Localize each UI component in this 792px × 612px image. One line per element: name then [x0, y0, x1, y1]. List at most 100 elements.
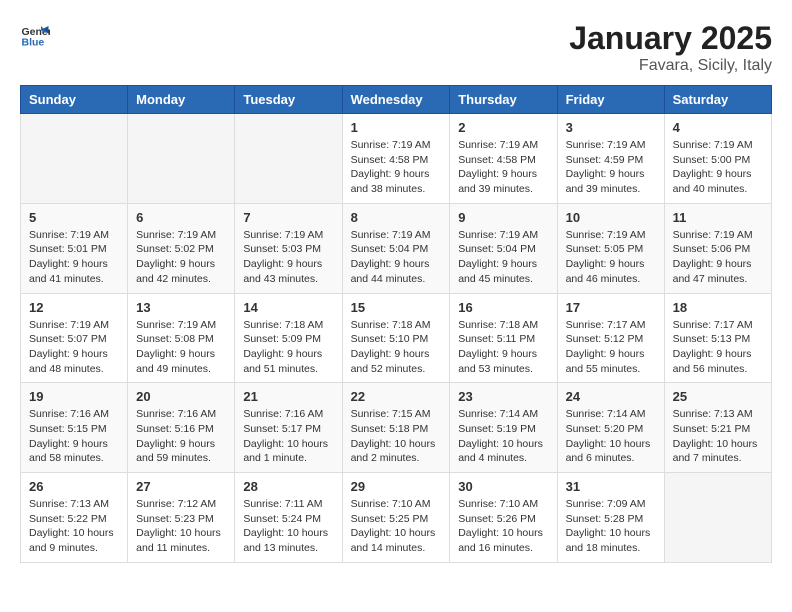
col-saturday: Saturday [664, 86, 771, 114]
day-number: 26 [29, 479, 119, 494]
table-row [235, 114, 342, 204]
day-info: Sunrise: 7:16 AM Sunset: 5:15 PM Dayligh… [29, 407, 119, 466]
day-info: Sunrise: 7:13 AM Sunset: 5:22 PM Dayligh… [29, 497, 119, 556]
day-info: Sunrise: 7:10 AM Sunset: 5:26 PM Dayligh… [458, 497, 548, 556]
col-wednesday: Wednesday [342, 86, 450, 114]
day-number: 28 [243, 479, 333, 494]
table-row [128, 114, 235, 204]
table-row: 7 Sunrise: 7:19 AM Sunset: 5:03 PM Daylig… [235, 203, 342, 293]
day-number: 24 [566, 389, 656, 404]
calendar-week-4: 19 Sunrise: 7:16 AM Sunset: 5:15 PM Dayli… [21, 383, 772, 473]
day-info: Sunrise: 7:14 AM Sunset: 5:20 PM Dayligh… [566, 407, 656, 466]
day-info: Sunrise: 7:19 AM Sunset: 5:05 PM Dayligh… [566, 228, 656, 287]
day-info: Sunrise: 7:19 AM Sunset: 5:02 PM Dayligh… [136, 228, 226, 287]
table-row: 27 Sunrise: 7:12 AM Sunset: 5:23 PM Dayli… [128, 473, 235, 563]
day-number: 19 [29, 389, 119, 404]
title-area: January 2025 Favara, Sicily, Italy [569, 20, 772, 75]
day-info: Sunrise: 7:17 AM Sunset: 5:13 PM Dayligh… [673, 318, 763, 377]
table-row: 28 Sunrise: 7:11 AM Sunset: 5:24 PM Dayli… [235, 473, 342, 563]
day-number: 23 [458, 389, 548, 404]
day-number: 1 [351, 120, 442, 135]
day-info: Sunrise: 7:15 AM Sunset: 5:18 PM Dayligh… [351, 407, 442, 466]
table-row: 6 Sunrise: 7:19 AM Sunset: 5:02 PM Daylig… [128, 203, 235, 293]
table-row: 31Sunrise: 7:09 AM Sunset: 5:28 PM Dayli… [557, 473, 664, 563]
day-info: Sunrise: 7:19 AM Sunset: 5:08 PM Dayligh… [136, 318, 226, 377]
table-row: 3 Sunrise: 7:19 AM Sunset: 4:59 PM Daylig… [557, 114, 664, 204]
table-row: 13 Sunrise: 7:19 AM Sunset: 5:08 PM Dayli… [128, 293, 235, 383]
table-row: 25Sunrise: 7:13 AM Sunset: 5:21 PM Dayli… [664, 383, 771, 473]
day-info: Sunrise: 7:19 AM Sunset: 5:03 PM Dayligh… [243, 228, 333, 287]
table-row: 12 Sunrise: 7:19 AM Sunset: 5:07 PM Dayli… [21, 293, 128, 383]
table-row: 14Sunrise: 7:18 AM Sunset: 5:09 PM Dayli… [235, 293, 342, 383]
day-info: Sunrise: 7:19 AM Sunset: 5:00 PM Dayligh… [673, 138, 763, 197]
day-number: 27 [136, 479, 226, 494]
day-number: 16 [458, 300, 548, 315]
day-info: Sunrise: 7:19 AM Sunset: 5:04 PM Dayligh… [458, 228, 548, 287]
table-row: 30 Sunrise: 7:10 AM Sunset: 5:26 PM Dayli… [450, 473, 557, 563]
table-row: 18Sunrise: 7:17 AM Sunset: 5:13 PM Dayli… [664, 293, 771, 383]
table-row: 1 Sunrise: 7:19 AM Sunset: 4:58 PM Daylig… [342, 114, 450, 204]
day-info: Sunrise: 7:17 AM Sunset: 5:12 PM Dayligh… [566, 318, 656, 377]
day-info: Sunrise: 7:19 AM Sunset: 5:01 PM Dayligh… [29, 228, 119, 287]
table-row: 21 Sunrise: 7:16 AM Sunset: 5:17 PM Dayli… [235, 383, 342, 473]
day-info: Sunrise: 7:19 AM Sunset: 5:07 PM Dayligh… [29, 318, 119, 377]
table-row: 23Sunrise: 7:14 AM Sunset: 5:19 PM Dayli… [450, 383, 557, 473]
day-info: Sunrise: 7:19 AM Sunset: 4:58 PM Dayligh… [351, 138, 442, 197]
col-thursday: Thursday [450, 86, 557, 114]
table-row: 15 Sunrise: 7:18 AM Sunset: 5:10 PM Dayli… [342, 293, 450, 383]
day-info: Sunrise: 7:11 AM Sunset: 5:24 PM Dayligh… [243, 497, 333, 556]
col-monday: Monday [128, 86, 235, 114]
table-row: 4 Sunrise: 7:19 AM Sunset: 5:00 PM Daylig… [664, 114, 771, 204]
day-number: 29 [351, 479, 442, 494]
table-row: 17 Sunrise: 7:17 AM Sunset: 5:12 PM Dayli… [557, 293, 664, 383]
table-row: 2 Sunrise: 7:19 AM Sunset: 4:58 PM Daylig… [450, 114, 557, 204]
day-info: Sunrise: 7:13 AM Sunset: 5:21 PM Dayligh… [673, 407, 763, 466]
day-number: 15 [351, 300, 442, 315]
table-row: 8Sunrise: 7:19 AM Sunset: 5:04 PM Daylig… [342, 203, 450, 293]
day-number: 9 [458, 210, 548, 225]
day-number: 10 [566, 210, 656, 225]
table-row: 26 Sunrise: 7:13 AM Sunset: 5:22 PM Dayli… [21, 473, 128, 563]
table-row: 20Sunrise: 7:16 AM Sunset: 5:16 PM Dayli… [128, 383, 235, 473]
day-number: 20 [136, 389, 226, 404]
table-row: 9 Sunrise: 7:19 AM Sunset: 5:04 PM Daylig… [450, 203, 557, 293]
day-info: Sunrise: 7:18 AM Sunset: 5:09 PM Dayligh… [243, 318, 333, 377]
logo-icon: General Blue [20, 20, 50, 50]
table-row: 24 Sunrise: 7:14 AM Sunset: 5:20 PM Dayli… [557, 383, 664, 473]
day-number: 2 [458, 120, 548, 135]
svg-text:Blue: Blue [22, 37, 45, 49]
day-number: 11 [673, 210, 763, 225]
calendar-header-row: Sunday Monday Tuesday Wednesday Thursday… [21, 86, 772, 114]
page-title: January 2025 [569, 20, 772, 57]
day-number: 5 [29, 210, 119, 225]
table-row [664, 473, 771, 563]
day-number: 22 [351, 389, 442, 404]
day-info: Sunrise: 7:19 AM Sunset: 4:58 PM Dayligh… [458, 138, 548, 197]
day-info: Sunrise: 7:19 AM Sunset: 5:06 PM Dayligh… [673, 228, 763, 287]
day-number: 7 [243, 210, 333, 225]
table-row: 10 Sunrise: 7:19 AM Sunset: 5:05 PM Dayli… [557, 203, 664, 293]
table-row: 16 Sunrise: 7:18 AM Sunset: 5:11 PM Dayli… [450, 293, 557, 383]
day-number: 31 [566, 479, 656, 494]
day-number: 6 [136, 210, 226, 225]
day-info: Sunrise: 7:10 AM Sunset: 5:25 PM Dayligh… [351, 497, 442, 556]
calendar-table: Sunday Monday Tuesday Wednesday Thursday… [20, 85, 772, 563]
day-info: Sunrise: 7:18 AM Sunset: 5:10 PM Dayligh… [351, 318, 442, 377]
day-info: Sunrise: 7:19 AM Sunset: 4:59 PM Dayligh… [566, 138, 656, 197]
day-number: 21 [243, 389, 333, 404]
table-row: 19 Sunrise: 7:16 AM Sunset: 5:15 PM Dayli… [21, 383, 128, 473]
calendar-week-1: 1 Sunrise: 7:19 AM Sunset: 4:58 PM Daylig… [21, 114, 772, 204]
day-info: Sunrise: 7:18 AM Sunset: 5:11 PM Dayligh… [458, 318, 548, 377]
day-number: 4 [673, 120, 763, 135]
table-row: 5 Sunrise: 7:19 AM Sunset: 5:01 PM Daylig… [21, 203, 128, 293]
day-info: Sunrise: 7:12 AM Sunset: 5:23 PM Dayligh… [136, 497, 226, 556]
col-tuesday: Tuesday [235, 86, 342, 114]
day-number: 13 [136, 300, 226, 315]
page-header: General Blue January 2025 Favara, Sicily… [20, 20, 772, 75]
day-number: 12 [29, 300, 119, 315]
day-info: Sunrise: 7:16 AM Sunset: 5:17 PM Dayligh… [243, 407, 333, 466]
day-number: 3 [566, 120, 656, 135]
day-number: 30 [458, 479, 548, 494]
table-row: 29 Sunrise: 7:10 AM Sunset: 5:25 PM Dayli… [342, 473, 450, 563]
day-number: 17 [566, 300, 656, 315]
